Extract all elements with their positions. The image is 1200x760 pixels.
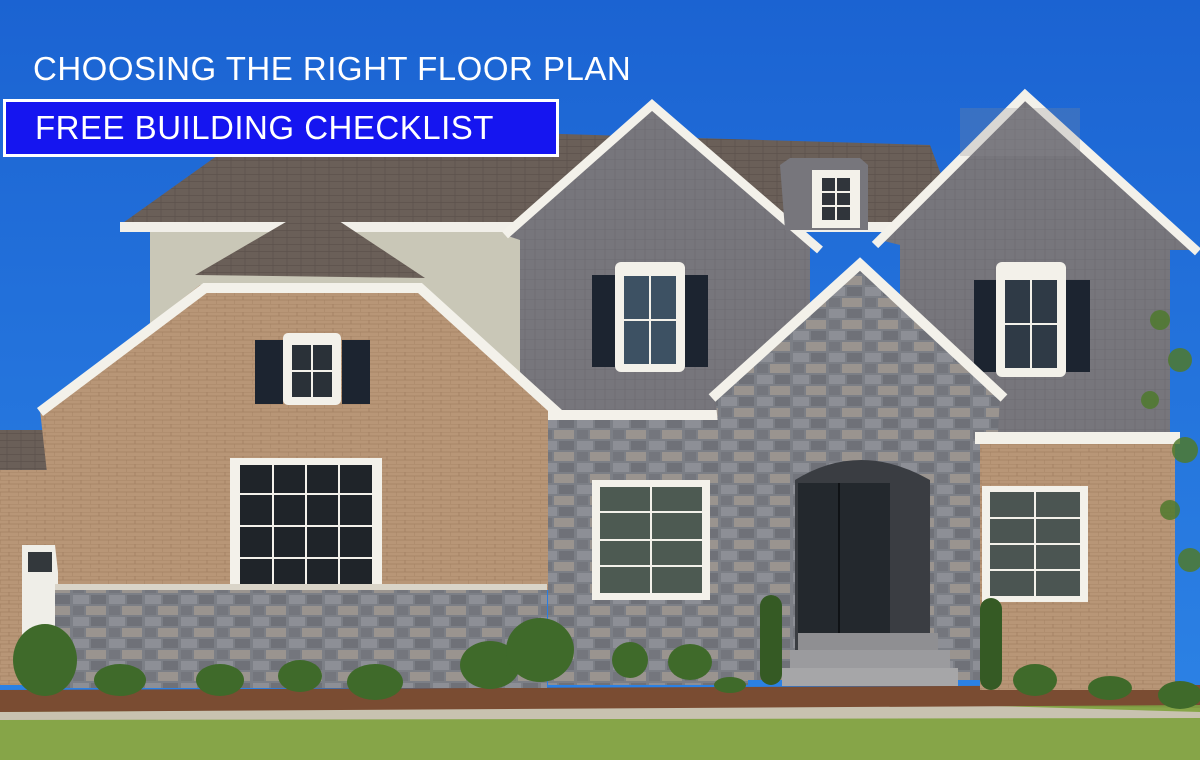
- hero-banner: CHOOSING THE RIGHT FLOOR PLAN FREE BUILD…: [0, 0, 1200, 760]
- checklist-badge-label: FREE BUILDING CHECKLIST: [35, 109, 494, 146]
- headline: CHOOSING THE RIGHT FLOOR PLAN: [33, 50, 632, 87]
- checklist-badge[interactable]: FREE BUILDING CHECKLIST: [3, 99, 559, 157]
